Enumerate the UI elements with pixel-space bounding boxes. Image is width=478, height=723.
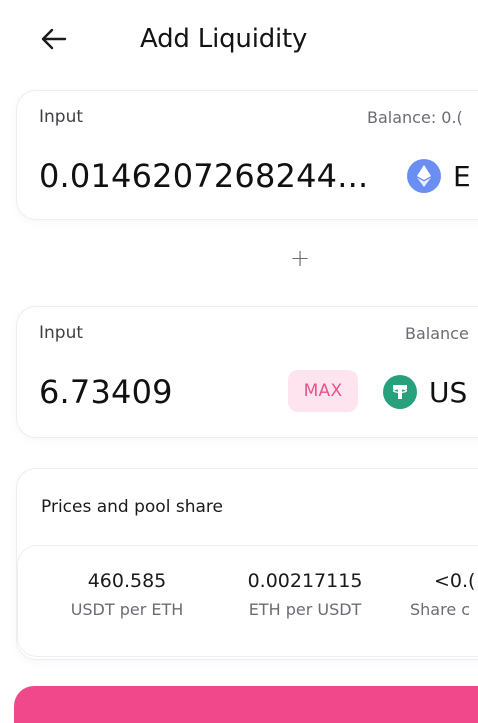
supply-button[interactable] bbox=[14, 686, 478, 723]
amount-input[interactable]: 6.73409 bbox=[39, 373, 173, 411]
prices-stats-panel: 460.585 USDT per ETH 0.00217115 ETH per … bbox=[17, 545, 478, 657]
stat-label: Share c bbox=[410, 600, 471, 619]
page-title: Add Liquidity bbox=[140, 24, 308, 54]
amount-input[interactable]: 0.0146207268244... bbox=[39, 157, 368, 195]
input-card-b: Input Balance 6.73409 US bbox=[16, 306, 478, 438]
max-button[interactable]: MAX bbox=[288, 370, 358, 412]
stat-eth-per-usdt: 0.00217115 ETH per USDT bbox=[230, 570, 380, 619]
plus-icon: + bbox=[290, 244, 311, 272]
add-liquidity-screen: Add Liquidity Input Balance: 0.( 0.01462… bbox=[0, 0, 478, 723]
token-symbol: US bbox=[429, 375, 468, 409]
arrow-left-icon bbox=[41, 28, 67, 50]
ethereum-icon bbox=[407, 159, 441, 193]
stat-label: USDT per ETH bbox=[70, 600, 184, 619]
input-card-a: Input Balance: 0.( 0.0146207268244... E bbox=[16, 90, 478, 220]
balance-label: Balance: 0.( bbox=[367, 108, 463, 127]
input-label: Input bbox=[39, 107, 84, 127]
token-selector-usdt[interactable]: US bbox=[383, 375, 467, 409]
input-label: Input bbox=[39, 323, 84, 343]
prices-card: Prices and pool share 460.585 USDT per E… bbox=[16, 468, 478, 660]
balance-label: Balance bbox=[405, 324, 469, 343]
back-button[interactable] bbox=[34, 22, 74, 56]
stat-share-of-pool: <0.( Share c bbox=[410, 570, 478, 619]
prices-title: Prices and pool share bbox=[41, 497, 223, 517]
token-symbol: E bbox=[453, 159, 471, 193]
stat-value: 0.00217115 bbox=[247, 570, 363, 592]
stat-label: ETH per USDT bbox=[248, 600, 362, 619]
stat-usdt-per-eth: 460.585 USDT per ETH bbox=[54, 570, 200, 619]
stat-value: 460.585 bbox=[87, 570, 167, 592]
stat-value: <0.( bbox=[434, 570, 476, 592]
token-selector-eth[interactable]: E bbox=[407, 159, 471, 193]
tether-icon bbox=[383, 375, 417, 409]
